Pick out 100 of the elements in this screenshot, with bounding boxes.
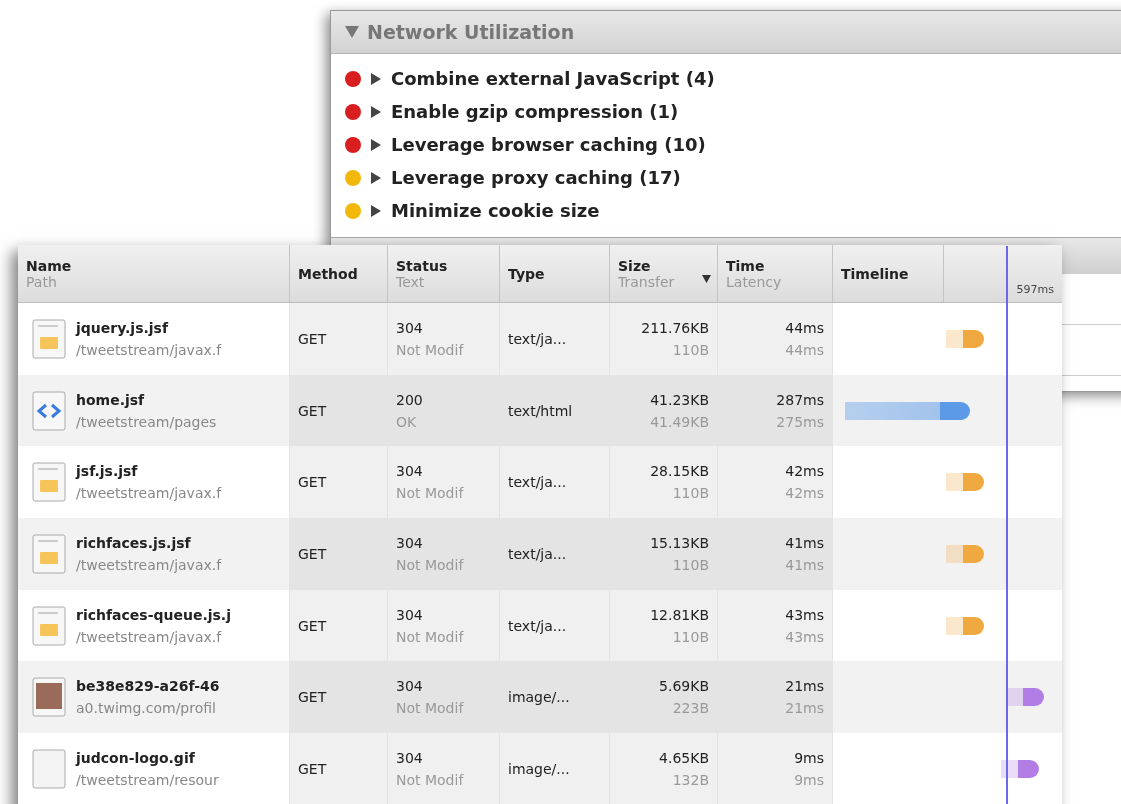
expand-triangle-icon[interactable]: [371, 138, 381, 151]
mime-type: text/ja...: [508, 545, 567, 562]
column-header[interactable]: Status Text: [388, 245, 500, 302]
transfer-size: 110B: [672, 485, 709, 502]
time-value: 287ms: [776, 391, 824, 408]
rule-label[interactable]: Combine external JavaScript (4): [391, 68, 715, 89]
latency-value: 275ms: [776, 413, 824, 430]
latency-value: 41ms: [785, 556, 824, 573]
method-text: GET: [298, 474, 327, 491]
column-header[interactable]: Size Transfer: [610, 245, 718, 302]
file-name: richfaces-queue.js.j: [76, 606, 231, 623]
status-text: Not Modif: [396, 771, 464, 788]
status-code: 304: [396, 534, 423, 551]
table-cell[interactable]: judcon-logo.gif /tweetstream/resour: [18, 733, 290, 804]
size-value: 4.65KB: [659, 749, 709, 766]
table-cell[interactable]: richfaces-queue.js.j /tweetstream/javax.f: [18, 589, 290, 662]
expand-triangle-icon[interactable]: [371, 171, 381, 184]
time-value: 9ms: [794, 749, 824, 766]
rule-label[interactable]: Minimize cookie size: [391, 200, 600, 221]
javascript-file-icon: [32, 605, 66, 646]
column-header[interactable]: Time Latency: [718, 245, 833, 302]
collapse-triangle-icon: [345, 26, 359, 38]
mime-type: text/ja...: [508, 474, 567, 491]
status-text: Not Modif: [396, 341, 464, 358]
time-value: 42ms: [785, 463, 824, 480]
file-path: /tweetstream/pages: [76, 413, 217, 430]
column-header[interactable]: Type: [500, 245, 610, 302]
html-file-icon: [32, 390, 66, 431]
file-name: richfaces.js.jsf: [76, 534, 192, 551]
file-path: /tweetstream/javax.f: [76, 628, 223, 645]
table-cell[interactable]: jquery.js.jsf /tweetstream/javax.f: [18, 303, 290, 375]
transfer-size: 110B: [672, 556, 709, 573]
table-cell[interactable]: be38e829-a26f-46 a0.twimg.com/profil: [18, 661, 290, 734]
latency-value: 42ms: [785, 485, 824, 502]
status-code: 304: [396, 749, 423, 766]
table-cell[interactable]: jsf.js.jsf /tweetstream/javax.f: [18, 446, 290, 519]
status-text: Not Modif: [396, 556, 464, 573]
mime-type: text/ja...: [508, 617, 567, 634]
file-name: judcon-logo.gif: [76, 749, 196, 766]
mime-type: text/ja...: [508, 330, 567, 347]
expand-triangle-icon[interactable]: [371, 204, 381, 217]
file-path: /tweetstream/resour: [76, 771, 219, 788]
method-text: GET: [298, 545, 327, 562]
size-value: 5.69KB: [659, 678, 709, 695]
rule-label[interactable]: Leverage browser caching (10): [391, 134, 706, 155]
status-code: 304: [396, 319, 423, 336]
status-text: Not Modif: [396, 628, 464, 645]
size-value: 15.13KB: [650, 534, 709, 551]
file-name: home.jsf: [76, 391, 146, 408]
image-file-icon: [32, 748, 66, 789]
mime-type: image/...: [508, 689, 570, 706]
method-text: GET: [298, 689, 327, 706]
mime-type: image/...: [508, 760, 570, 777]
transfer-size: 110B: [672, 341, 709, 358]
size-value: 41.23KB: [650, 391, 709, 408]
file-path: /tweetstream/javax.f: [76, 556, 222, 573]
transfer-size: 41.49KB: [650, 413, 709, 430]
table-cell[interactable]: home.jsf /tweetstream/pages: [18, 374, 290, 447]
status-code: 304: [396, 606, 423, 623]
mime-type: text/html: [508, 402, 573, 419]
expand-triangle-icon[interactable]: [371, 105, 381, 118]
time-value: 44ms: [785, 319, 824, 336]
javascript-file-icon: [32, 533, 66, 574]
rule-label[interactable]: Leverage proxy caching (17): [391, 167, 681, 188]
latency-value: 21ms: [785, 700, 824, 717]
latency-value: 43ms: [785, 628, 824, 645]
javascript-file-icon: [32, 462, 66, 503]
column-header[interactable]: 597ms: [944, 245, 1062, 302]
status-code: 304: [396, 463, 423, 480]
transfer-size: 132B: [672, 771, 709, 788]
size-value: 28.15KB: [650, 463, 709, 480]
status-text: OK: [396, 413, 417, 430]
method-text: GET: [298, 330, 327, 347]
time-value: 21ms: [785, 678, 824, 695]
photo-placeholder: [32, 677, 66, 718]
table-cell[interactable]: richfaces.js.jsf /tweetstream/javax.f: [18, 518, 290, 590]
method-text: GET: [298, 402, 327, 419]
latency-value: 9ms: [794, 771, 824, 788]
file-path: /tweetstream/javax.f: [76, 485, 222, 502]
file-name: be38e829-a26f-46: [76, 678, 220, 695]
expand-triangle-icon[interactable]: [371, 72, 381, 85]
status-text: Not Modif: [396, 700, 464, 717]
column-header[interactable]: Timeline: [833, 245, 944, 302]
javascript-file-icon: [32, 318, 66, 359]
method-text: GET: [298, 617, 327, 634]
transfer-size: 110B: [672, 628, 709, 645]
column-header[interactable]: Method: [290, 245, 388, 302]
method-text: GET: [298, 760, 327, 777]
latency-value: 44ms: [785, 341, 824, 358]
file-name: jquery.js.jsf: [76, 319, 170, 336]
size-value: 211.76KB: [641, 319, 709, 336]
time-value: 41ms: [785, 534, 824, 551]
file-path: a0.twimg.com/profil: [76, 700, 217, 717]
status-code: 304: [396, 678, 423, 695]
status-code: 200: [396, 391, 423, 408]
transfer-size: 223B: [672, 700, 709, 717]
column-header[interactable]: Name Path: [18, 245, 290, 302]
status-text: Not Modif: [396, 485, 464, 502]
rule-label[interactable]: Enable gzip compression (1): [391, 101, 679, 122]
file-name: jsf.js.jsf: [76, 463, 139, 480]
